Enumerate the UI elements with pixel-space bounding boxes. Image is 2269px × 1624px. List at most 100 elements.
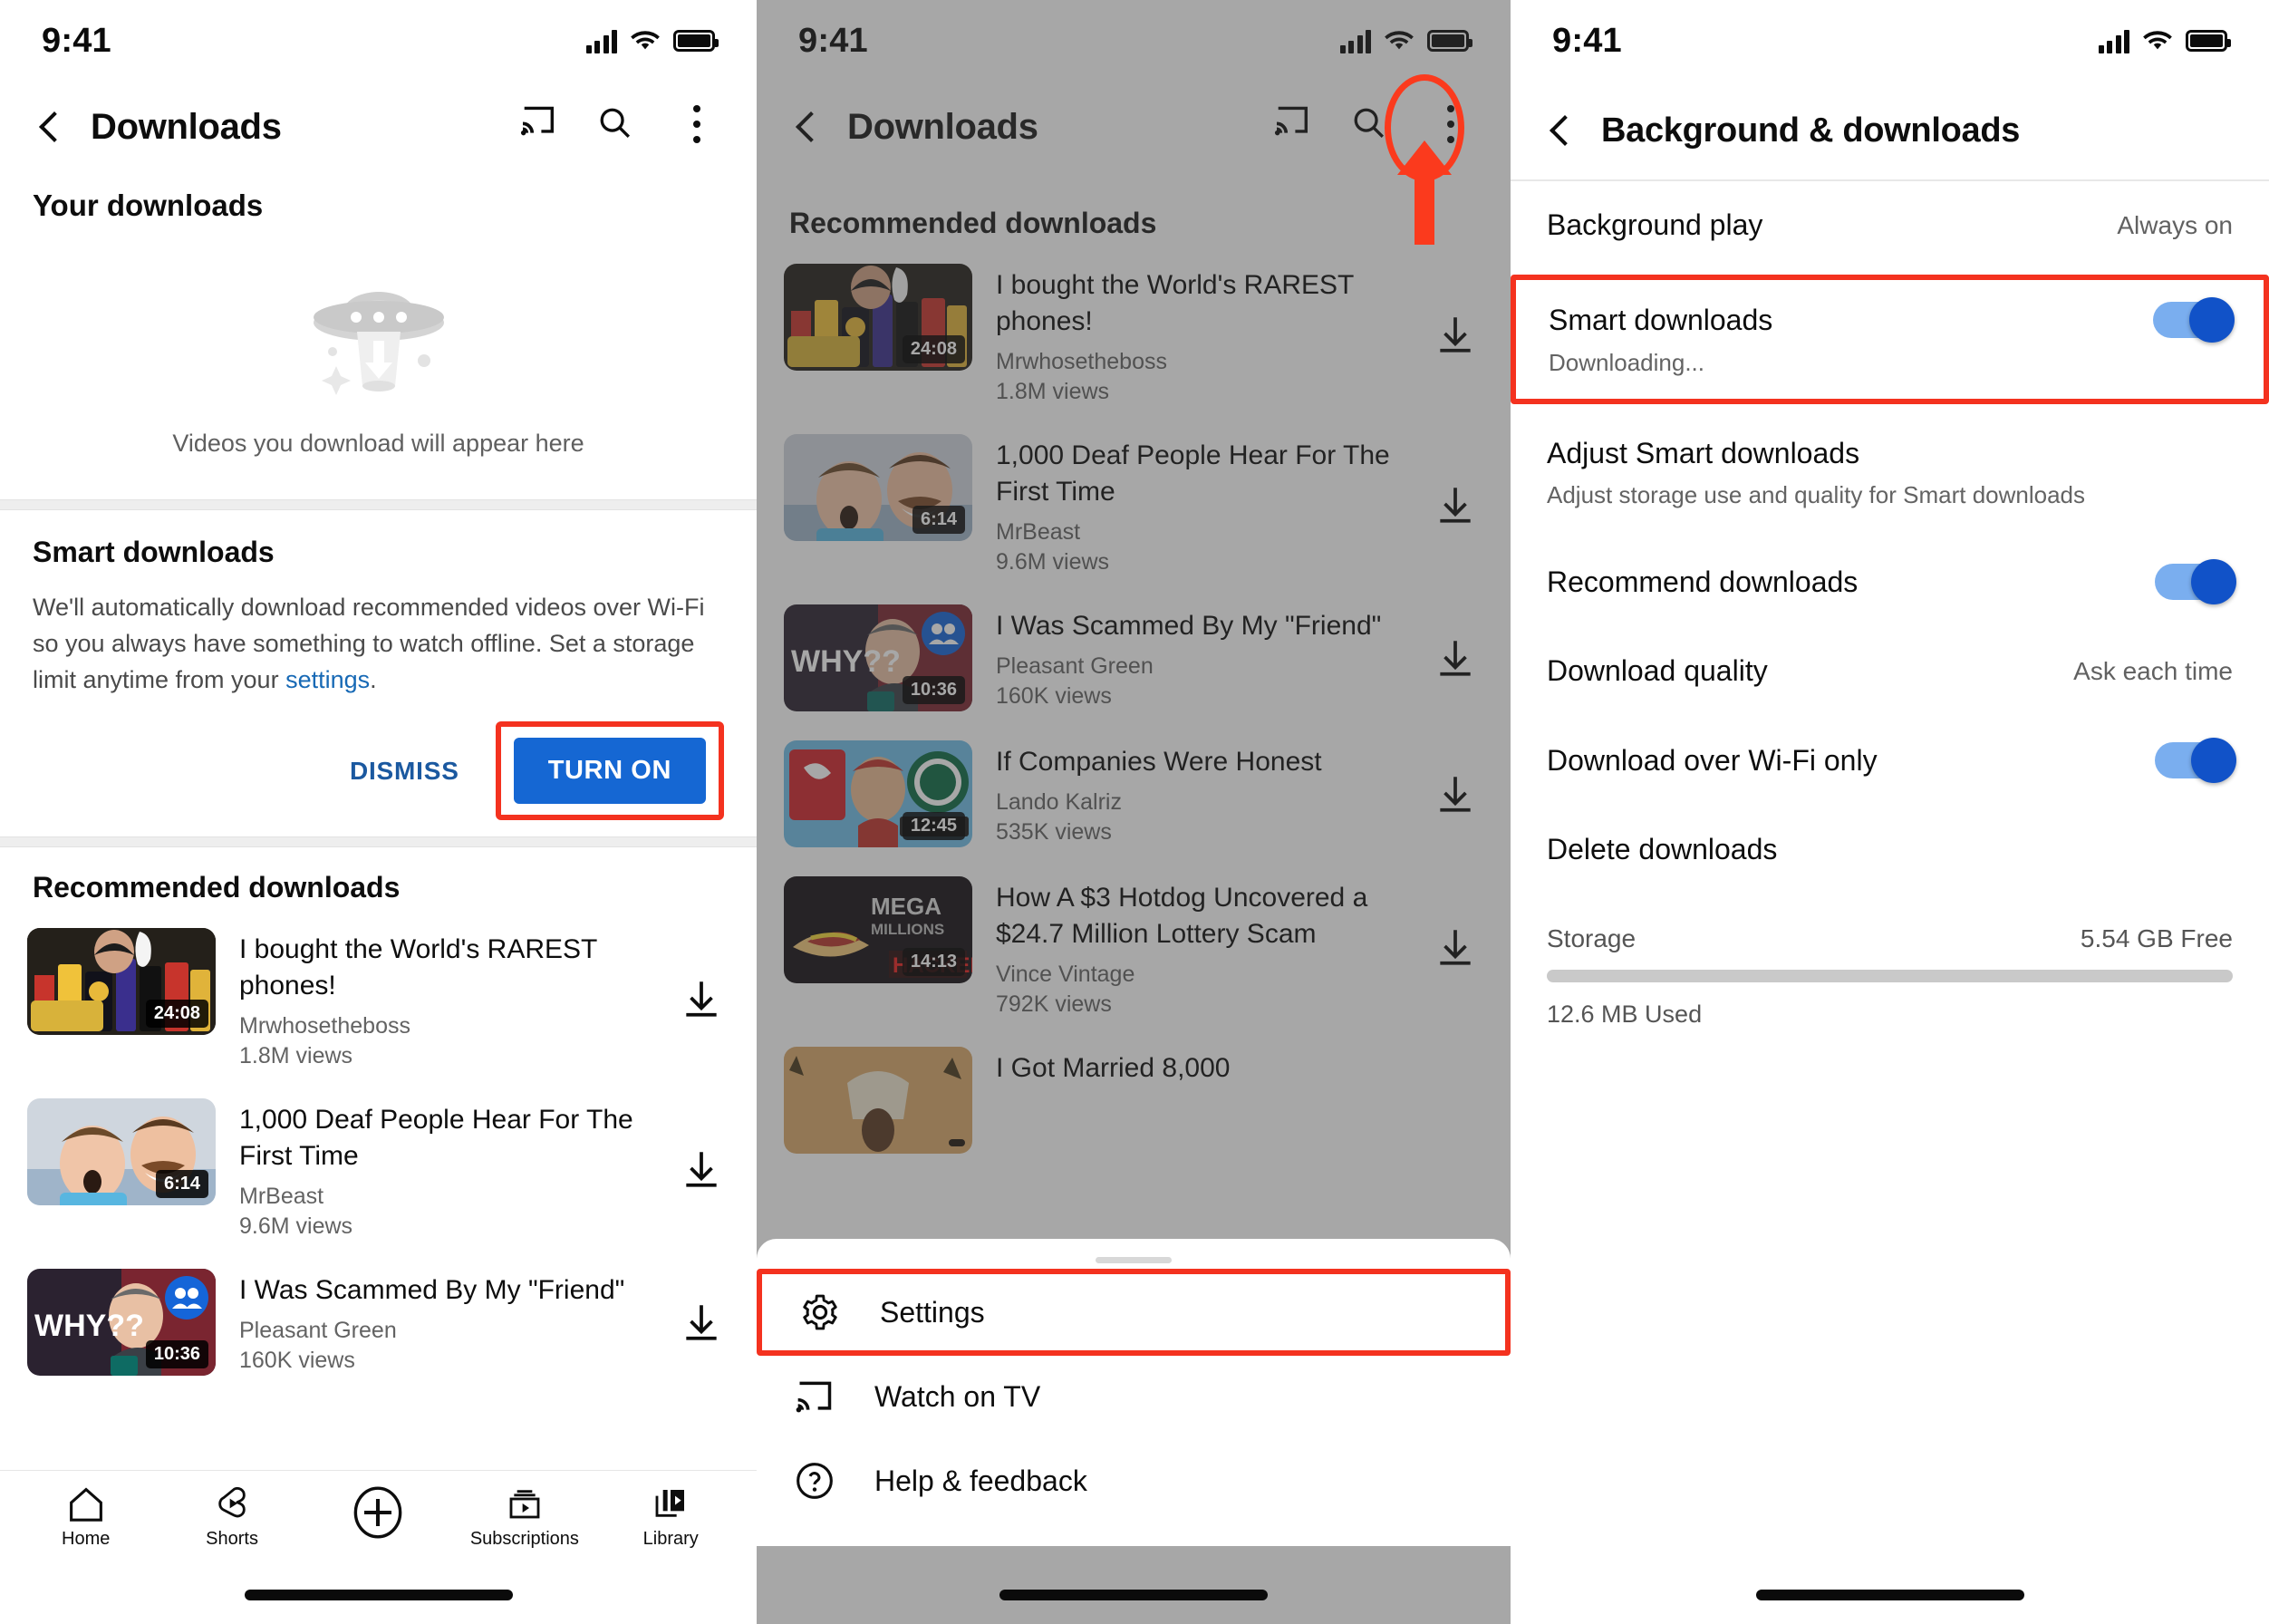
status-time: 9:41: [42, 21, 111, 60]
table-row[interactable]: 12:45 If Companies Were Honest Lando Kal…: [757, 726, 1511, 862]
table-row[interactable]: 6:14 1,000 Deaf People Hear For The Firs…: [0, 1084, 757, 1254]
setting-row-smart-downloads[interactable]: Smart downloads Downloading...: [1511, 275, 2269, 404]
video-title: I bought the World's RAREST phones!: [239, 934, 597, 1000]
table-row[interactable]: MEGA MILLIONS HACKED 14:13 How A $3 Hotd…: [757, 862, 1511, 1032]
video-thumbnail[interactable]: 24:08: [27, 928, 216, 1035]
download-icon[interactable]: [679, 1300, 724, 1345]
back-button[interactable]: [33, 109, 69, 145]
annotation-arrow-head: [1397, 140, 1452, 175]
back-button[interactable]: [1543, 112, 1579, 149]
page-title: Downloads: [91, 106, 282, 147]
table-row[interactable]: 24:08 I bought the World's RAREST phones…: [0, 914, 757, 1084]
download-icon[interactable]: [1433, 635, 1478, 681]
video-meta: How A $3 Hotdog Uncovered a $24.7 Millio…: [996, 876, 1409, 1018]
setting-row-recommend-downloads[interactable]: Recommend downloads: [1511, 536, 2269, 627]
search-button[interactable]: [597, 105, 641, 149]
wifi-only-toggle[interactable]: [2155, 738, 2236, 783]
setting-row-background-play[interactable]: Background play Always on: [1511, 181, 2269, 269]
table-row[interactable]: WHY?? 10:36 I Was Scammed By My "Friend"…: [757, 590, 1511, 726]
video-duration: 6:14: [912, 506, 965, 534]
settings-link[interactable]: settings: [285, 666, 370, 693]
video-meta: I Was Scammed By My "Friend" Pleasant Gr…: [239, 1269, 655, 1374]
download-icon[interactable]: [679, 976, 724, 1021]
table-row[interactable]: 6:14 1,000 Deaf People Hear For The Firs…: [757, 420, 1511, 590]
download-icon[interactable]: [1433, 771, 1478, 817]
turn-on-button[interactable]: TURN ON: [513, 738, 706, 804]
more-options-button[interactable]: [675, 105, 719, 149]
video-meta: 1,000 Deaf People Hear For The First Tim…: [996, 434, 1409, 575]
nav-item-library[interactable]: Library: [603, 1485, 739, 1550]
table-row[interactable]: WHY?? 10:36 I Was Scammed By My "Friend"…: [0, 1254, 757, 1390]
video-duration: 6:14: [155, 1170, 208, 1198]
recommended-video-list: 24:08 I bought the World's RAREST phones…: [0, 914, 757, 1399]
video-duration: [949, 1139, 965, 1146]
video-thumbnail[interactable]: 24:08: [784, 264, 972, 371]
gear-icon: [803, 1294, 837, 1330]
status-time: 9:41: [798, 21, 868, 60]
menu-item-watch-on-tv[interactable]: Watch on TV: [757, 1356, 1511, 1437]
smart-downloads-title: Smart downloads: [33, 536, 275, 568]
download-icon[interactable]: [1433, 312, 1478, 357]
setting-label: Recommend downloads: [1547, 565, 1859, 598]
setting-label: Adjust Smart downloads: [1547, 437, 1860, 469]
video-duration: 10:36: [902, 676, 965, 704]
video-meta: I Was Scammed By My "Friend" Pleasant Gr…: [996, 604, 1409, 710]
download-icon[interactable]: [679, 1146, 724, 1192]
status-bar: 9:41: [757, 0, 1511, 82]
empty-downloads-state: Videos you download will appear here: [0, 223, 757, 499]
dismiss-button[interactable]: DISMISS: [330, 744, 479, 798]
help-circle-icon: [797, 1463, 833, 1499]
video-thumbnail[interactable]: [784, 1047, 972, 1154]
setting-row-delete-downloads[interactable]: Delete downloads: [1511, 806, 2269, 894]
video-thumbnail[interactable]: WHY?? 10:36: [784, 604, 972, 711]
thumbnail-art: [784, 1047, 972, 1154]
storage-used-value: 12.6 MB Used: [1547, 1000, 1703, 1028]
nav-item-subscriptions[interactable]: Subscriptions: [457, 1485, 593, 1550]
smart-downloads-toggle[interactable]: [2153, 297, 2235, 343]
video-channel: Pleasant Green: [996, 653, 1154, 679]
menu-item-label: Settings: [880, 1295, 985, 1329]
bottom-navigation: Home Shorts Subscriptions Library: [0, 1470, 757, 1624]
video-duration: 24:08: [145, 1000, 208, 1028]
nav-item-home[interactable]: Home: [18, 1485, 154, 1550]
svg-text:WHY??: WHY??: [34, 1309, 144, 1343]
download-icon[interactable]: [1433, 924, 1478, 970]
video-thumbnail[interactable]: 6:14: [784, 434, 972, 541]
table-row[interactable]: 24:08 I bought the World's RAREST phones…: [757, 249, 1511, 420]
nav-item-create[interactable]: [310, 1485, 446, 1547]
video-channel: Mrwhosetheboss: [239, 1013, 410, 1039]
video-thumbnail[interactable]: WHY?? 10:36: [27, 1269, 216, 1376]
kebab-menu-icon: [691, 105, 702, 143]
cast-button[interactable]: [1273, 105, 1317, 149]
status-icons: [585, 29, 719, 53]
panel-downloads-menu: 9:41 Downloads Recommended downloads 24:…: [757, 0, 1511, 1624]
video-channel: Vince Vintage: [996, 962, 1135, 987]
panel-downloads-empty: 9:41 Downloads Your downloads Videos you…: [0, 0, 757, 1624]
video-thumbnail[interactable]: 6:14: [27, 1098, 216, 1205]
video-meta: I bought the World's RAREST phones! Mrwh…: [239, 928, 655, 1069]
nav-item-shorts[interactable]: Shorts: [164, 1485, 300, 1550]
table-row[interactable]: I Got Married 8,000: [757, 1032, 1511, 1168]
video-thumbnail[interactable]: MEGA MILLIONS HACKED 14:13: [784, 876, 972, 983]
video-views: 160K views: [239, 1348, 355, 1373]
home-indicator: [1755, 1590, 2024, 1600]
sheet-drag-handle[interactable]: [1096, 1257, 1172, 1263]
video-title: I Was Scammed By My "Friend": [239, 1275, 625, 1305]
home-indicator: [999, 1590, 1268, 1600]
back-button[interactable]: [789, 109, 826, 145]
video-views: 9.6M views: [996, 549, 1110, 575]
video-title: I bought the World's RAREST phones!: [996, 270, 1354, 336]
setting-row-adjust-smart-downloads[interactable]: Adjust Smart downloads Adjust storage us…: [1511, 410, 2269, 536]
setting-row-download-quality[interactable]: Download quality Ask each time: [1511, 627, 2269, 715]
video-thumbnail[interactable]: 12:45: [784, 740, 972, 847]
cast-button[interactable]: [519, 105, 563, 149]
shorts-icon: [218, 1486, 246, 1518]
menu-item-help-feedback[interactable]: Help & feedback: [757, 1437, 1511, 1524]
recommend-downloads-toggle[interactable]: [2155, 559, 2236, 604]
video-views: 535K views: [996, 819, 1112, 845]
app-bar: Background & downloads: [1511, 82, 2269, 179]
menu-item-settings[interactable]: Settings: [757, 1269, 1511, 1356]
setting-row-wifi-only[interactable]: Download over Wi-Fi only: [1511, 715, 2269, 806]
download-icon[interactable]: [1433, 482, 1478, 527]
three-panel-screenshot: 9:41 Downloads Your downloads Videos you…: [0, 0, 2269, 1624]
